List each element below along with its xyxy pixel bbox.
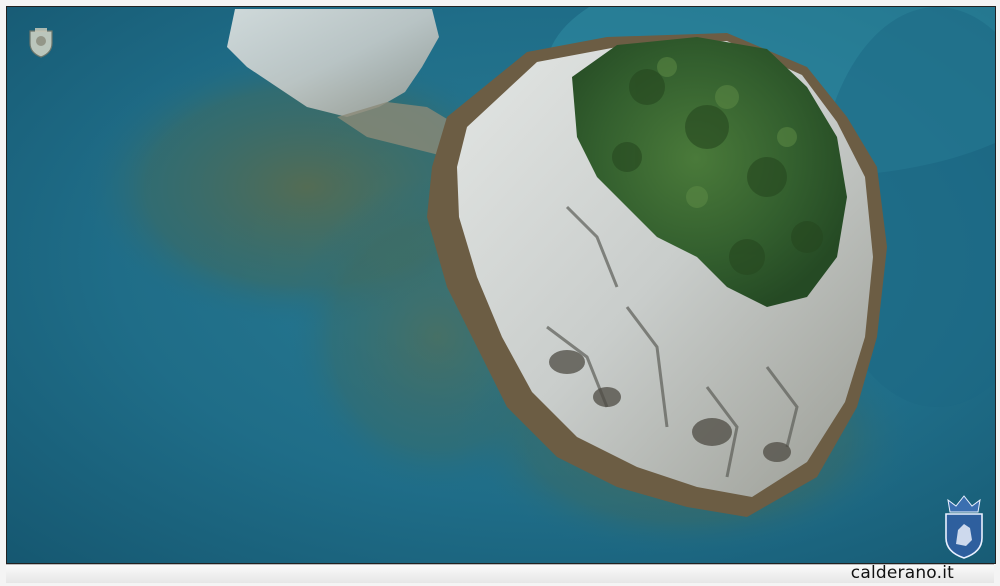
crest-icon [29, 28, 53, 58]
page-frame: calderano.it [0, 0, 1000, 586]
aerial-photo [6, 6, 996, 564]
caption-bar: calderano.it [6, 563, 994, 583]
lion-crest-icon [945, 495, 983, 559]
site-caption: calderano.it [850, 563, 954, 583]
island-photo-svg [7, 7, 995, 563]
